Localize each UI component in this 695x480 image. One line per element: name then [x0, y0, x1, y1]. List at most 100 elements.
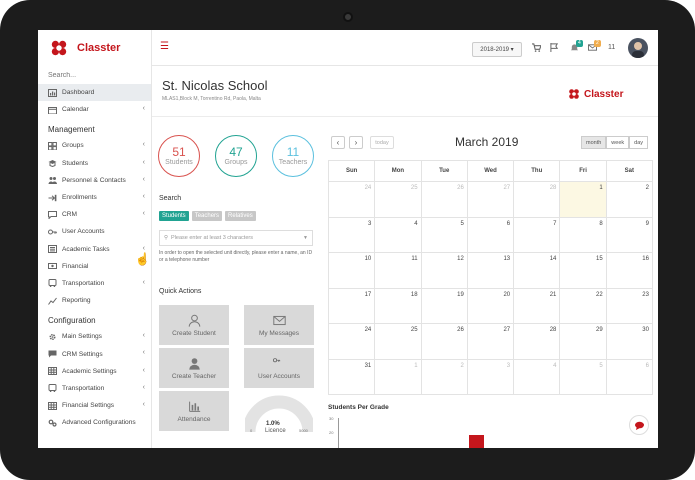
menu-toggle-icon[interactable]: ☰: [160, 41, 169, 52]
sidebar-item-transportation[interactable]: Transportation ‹: [38, 380, 151, 397]
calendar-day-cell[interactable]: 17: [328, 288, 376, 324]
calendar-day-cell[interactable]: 21: [514, 288, 561, 324]
header-logo: Classter: [568, 88, 623, 100]
calendar-day-number: 28: [549, 327, 557, 333]
calendar-day-cell[interactable]: 29: [560, 324, 607, 360]
calendar-day-cell[interactable]: 8: [560, 217, 607, 253]
calendar-day-cell[interactable]: 12: [421, 253, 468, 289]
year-select[interactable]: 2018-2019 ▾: [472, 42, 522, 57]
quick-action-my-messages-button[interactable]: My Messages: [244, 305, 314, 345]
view-month-button[interactable]: month: [581, 136, 607, 149]
calendar-day-cell[interactable]: 1: [375, 359, 422, 395]
sidebar-search-input[interactable]: [38, 66, 148, 84]
sidebar-item-groups[interactable]: Groups ‹: [38, 137, 151, 154]
calendar-day-cell[interactable]: 25: [375, 324, 422, 360]
calendar-day-cell[interactable]: 6: [606, 359, 653, 395]
calendar-day-cell[interactable]: 9: [606, 217, 653, 253]
calendar-day-cell[interactable]: 11: [375, 253, 422, 289]
classter-logo-icon: [569, 89, 579, 99]
calendar-day-cell[interactable]: 3: [467, 359, 515, 395]
bus-icon: [48, 384, 57, 393]
calendar-day-cell[interactable]: 30: [606, 324, 653, 360]
sidebar-item-transportation[interactable]: Transportation ‹: [38, 275, 151, 292]
chat-button[interactable]: [629, 415, 649, 435]
calendar-day-cell[interactable]: 18: [375, 288, 422, 324]
calendar-day-number: 1: [599, 185, 603, 191]
calendar-day-cell[interactable]: 3: [328, 217, 376, 253]
filter-relatives-button[interactable]: Relatives: [225, 211, 256, 221]
calendar-day-cell[interactable]: 24: [328, 324, 376, 360]
calendar-day-cell[interactable]: 13: [467, 253, 515, 289]
quick-action-attendance-button[interactable]: Attendance: [159, 391, 229, 431]
calendar-day-number: 4: [553, 362, 557, 369]
sidebar-item-calendar[interactable]: Calendar ‹: [38, 101, 151, 118]
sidebar-item-students[interactable]: Students ‹: [38, 155, 151, 172]
calendar-day-cell[interactable]: 6: [467, 217, 515, 253]
sidebar-item-label: Students: [62, 159, 89, 167]
calendar-prev-button[interactable]: ‹: [331, 136, 345, 149]
calendar-day-number: 24: [364, 327, 372, 333]
quick-action-create-teacher-button[interactable]: Create Teacher: [159, 348, 229, 388]
filter-students-button[interactable]: Students: [159, 211, 189, 221]
calendar-day-cell[interactable]: 5: [560, 359, 607, 395]
calendar-day-cell[interactable]: 16: [606, 253, 653, 289]
sidebar-item-user-accounts[interactable]: User Accounts: [38, 223, 151, 240]
filter-teachers-button[interactable]: Teachers: [191, 211, 223, 221]
unit-search-placeholder: Please enter at least 3 characters: [171, 235, 253, 241]
stat-students[interactable]: 51 Students: [158, 135, 200, 177]
quick-action-create-student-button[interactable]: Create Student: [159, 305, 229, 345]
sidebar-item-financial-settings[interactable]: Financial Settings ‹: [38, 397, 151, 414]
calendar-day-cell[interactable]: 27: [467, 182, 515, 218]
cart-icon[interactable]: [532, 43, 542, 54]
sidebar-item-academic-settings[interactable]: Academic Settings ‹: [38, 363, 151, 380]
calendar-day-cell[interactable]: 28: [514, 324, 561, 360]
calendar-day-cell[interactable]: 2: [606, 182, 653, 218]
calendar-day-cell[interactable]: 20: [467, 288, 515, 324]
calendar-day-cell[interactable]: 4: [514, 359, 561, 395]
calendar-day-cell[interactable]: 15: [560, 253, 607, 289]
calendar-day-cell[interactable]: 7: [514, 217, 561, 253]
calendar-day-cell[interactable]: 27: [467, 324, 515, 360]
enroll-icon: [48, 194, 57, 201]
calendar-day-cell[interactable]: 4: [375, 217, 422, 253]
sidebar-item-label: Personnel & Contacts: [62, 176, 126, 184]
sidebar-item-dashboard[interactable]: Dashboard: [38, 84, 151, 102]
stat-groups[interactable]: 47 Groups: [215, 135, 257, 177]
calendar-day-cell[interactable]: 26: [421, 182, 468, 218]
calendar-day-cell[interactable]: 26: [421, 324, 468, 360]
stat-teachers[interactable]: 11 Teachers: [272, 135, 314, 177]
sidebar-item-label: Calendar: [62, 106, 89, 114]
calendar-day-cell[interactable]: 24: [328, 182, 376, 218]
flag-icon[interactable]: [550, 43, 559, 54]
avatar[interactable]: [628, 38, 648, 58]
sidebar-item-label: Academic Tasks: [62, 245, 110, 253]
sidebar-item-personnel-contacts[interactable]: Personnel & Contacts ‹: [38, 172, 151, 189]
calendar-day-cell[interactable]: 10: [328, 253, 376, 289]
calendar-day-cell[interactable]: 25: [375, 182, 422, 218]
calendar-day-cell[interactable]: 2: [421, 359, 468, 395]
calendar-day-cell[interactable]: 14: [514, 253, 561, 289]
calendar-next-button[interactable]: ›: [349, 136, 363, 149]
view-day-button[interactable]: day: [629, 136, 649, 149]
calendar-day-cell[interactable]: 31: [328, 359, 376, 395]
brand[interactable]: Classter: [38, 30, 151, 66]
calendar-day-cell[interactable]: 1: [560, 182, 607, 218]
calendar-today-button[interactable]: today: [370, 136, 394, 149]
sidebar-item-crm[interactable]: CRM ‹: [38, 206, 151, 223]
calendar-day-cell[interactable]: 22: [560, 288, 607, 324]
chevron-left-icon: ‹: [142, 158, 145, 166]
unit-search-select[interactable]: ⚲ Please enter at least 3 characters ▼: [159, 230, 313, 246]
calendar-day-cell[interactable]: 23: [606, 288, 653, 324]
view-week-button[interactable]: week: [606, 136, 630, 149]
sidebar-item-main-settings[interactable]: Main Settings ‹: [38, 328, 151, 345]
calendar-day-cell[interactable]: 28: [514, 182, 561, 218]
sidebar-item-enrollments[interactable]: Enrollments ‹: [38, 189, 151, 206]
sidebar-item-crm-settings[interactable]: CRM Settings ‹: [38, 345, 151, 362]
quick-action-user-accounts-button[interactable]: User Accounts: [244, 348, 314, 388]
calendar-day-cell[interactable]: 19: [421, 288, 468, 324]
sidebar-item-reporting[interactable]: Reporting: [38, 292, 151, 309]
calendar-day-cell[interactable]: 5: [421, 217, 468, 253]
sidebar-item-advanced-configurations[interactable]: Advanced Configurations: [38, 414, 151, 431]
key-icon: [272, 357, 280, 362]
calendar-day-number: 31: [364, 362, 372, 369]
